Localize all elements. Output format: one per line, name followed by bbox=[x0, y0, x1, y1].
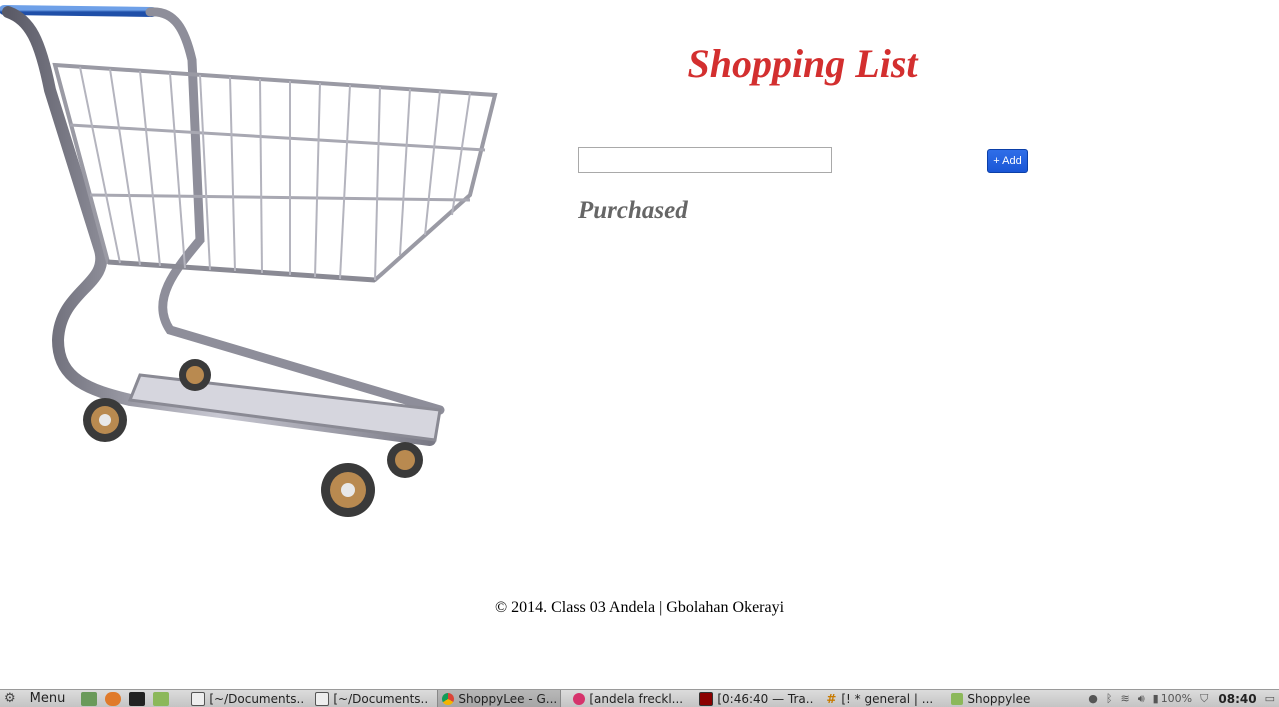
wifi-icon[interactable]: ≋ bbox=[1120, 692, 1129, 705]
menu-label: Menu bbox=[29, 691, 66, 706]
taskbar-task[interactable]: Shoppylee bbox=[947, 690, 1055, 707]
new-item-input[interactable] bbox=[578, 147, 832, 173]
footer-copyright: © 2014. Class 03 Andela | Gbolahan Okera… bbox=[494, 599, 785, 616]
gear-icon: ⚙ bbox=[4, 691, 16, 706]
chrome-icon bbox=[442, 692, 455, 705]
taskbar-task[interactable]: [0:46:40 — Tra... bbox=[695, 690, 813, 707]
text-editor-icon bbox=[191, 691, 206, 706]
volume-icon[interactable]: 🔊︎ bbox=[1138, 692, 1145, 706]
purchased-heading: Purchased bbox=[578, 197, 688, 224]
show-desktop-corner-icon[interactable]: ▭ bbox=[1265, 692, 1275, 705]
battery-icon[interactable]: ▮ bbox=[1153, 692, 1159, 705]
taskbar: ⚙ Menu [~/Documents... [~/Documents... S… bbox=[0, 689, 1279, 707]
task-label: [0:46:40 — Tra... bbox=[717, 691, 814, 706]
system-tray: ● ᛒ ≋ 🔊︎ ▮ 100% ⛉ 08:40 ▭ bbox=[1080, 690, 1279, 707]
user-icon[interactable]: ● bbox=[1088, 692, 1098, 705]
shopping-cart-image bbox=[0, 5, 498, 517]
task-label: ShoppyLee - G... bbox=[458, 691, 558, 706]
shopping-list-page: Shopping List + Add Purchased © 2014. Cl… bbox=[0, 0, 1279, 707]
task-label: [andela freckl... bbox=[589, 691, 684, 706]
taskbar-task[interactable]: [~/Documents... bbox=[311, 690, 429, 707]
shield-icon[interactable]: ⛉ bbox=[1200, 692, 1208, 706]
taskbar-task[interactable]: [andela freckl... bbox=[569, 690, 687, 707]
folder-icon bbox=[951, 692, 964, 705]
taskbar-task[interactable]: [~/Documents... bbox=[187, 690, 303, 707]
terminal-app-icon bbox=[699, 691, 714, 706]
page-title: Shopping List bbox=[687, 41, 918, 86]
start-menu-button[interactable]: ⚙ Menu bbox=[0, 690, 69, 707]
folder-icon[interactable] bbox=[153, 691, 170, 706]
terminal-icon[interactable] bbox=[129, 691, 146, 706]
hash-icon: # bbox=[826, 691, 837, 706]
battery-level: 100% bbox=[1160, 692, 1193, 705]
task-label: Shoppylee bbox=[967, 691, 1031, 706]
taskbar-task[interactable]: # [! * general | ... bbox=[821, 690, 939, 707]
task-label: [~/Documents... bbox=[209, 691, 304, 706]
add-button[interactable]: + Add bbox=[987, 149, 1028, 173]
bluetooth-icon[interactable]: ᛒ bbox=[1106, 692, 1113, 705]
app-icon bbox=[573, 692, 586, 705]
task-label: [~/Documents... bbox=[333, 691, 430, 706]
task-label: [! * general | ... bbox=[841, 691, 934, 706]
show-desktop-icon[interactable] bbox=[81, 691, 98, 706]
firefox-icon[interactable] bbox=[105, 691, 122, 706]
text-editor-icon bbox=[315, 691, 330, 706]
clock[interactable]: 08:40 bbox=[1218, 692, 1256, 706]
taskbar-task-active[interactable]: ShoppyLee - G... bbox=[437, 689, 562, 707]
